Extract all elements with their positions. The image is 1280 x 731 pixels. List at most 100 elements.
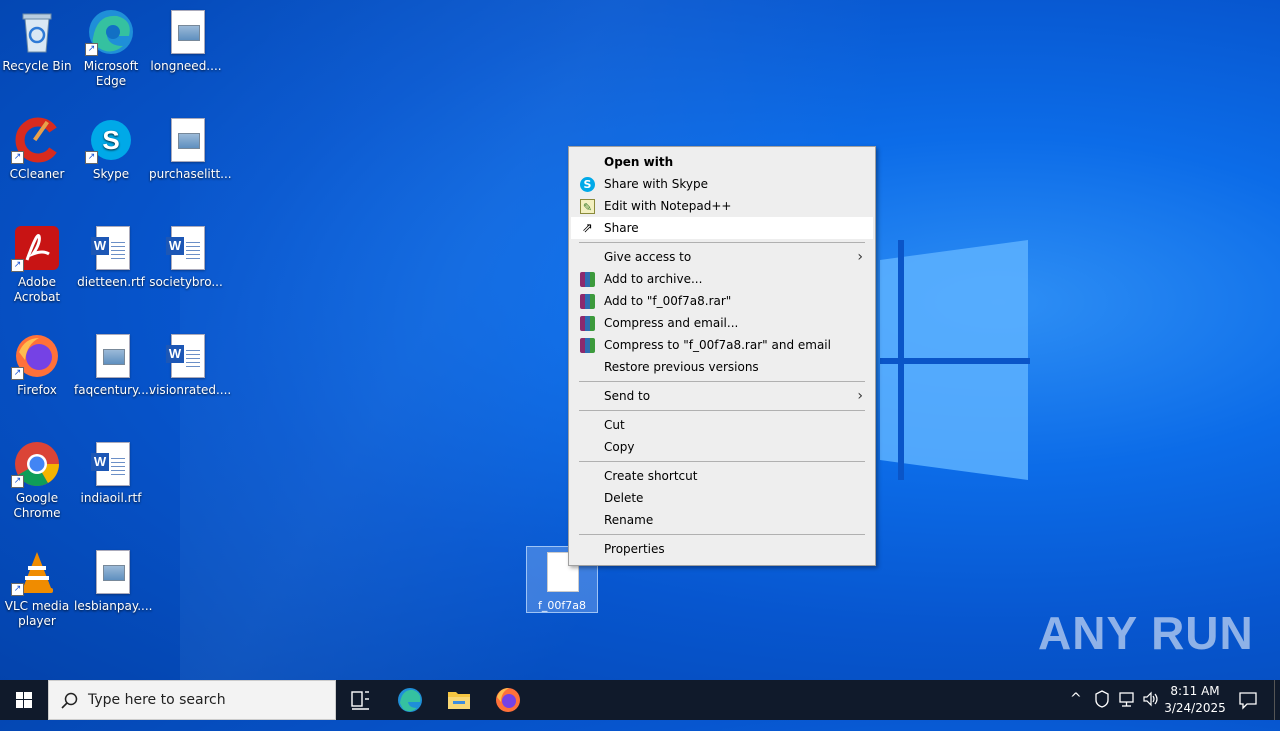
desktop-icon-microsoft-edge[interactable]: ↗ Microsoft Edge bbox=[74, 8, 148, 89]
winrar-icon bbox=[580, 272, 595, 287]
notepadpp-icon: ✎ bbox=[580, 199, 595, 214]
menu-item-label: Add to archive... bbox=[604, 272, 703, 286]
desktop-icon-dietteen[interactable]: W dietteen.rtf bbox=[74, 224, 148, 290]
security-shield-icon[interactable] bbox=[1094, 690, 1110, 730]
desktop-icon-label: faqcentury.... bbox=[74, 383, 153, 397]
word-document-icon: W bbox=[166, 334, 205, 378]
desktop-icon-visionrated[interactable]: W visionrated.... bbox=[149, 332, 232, 398]
desktop-icon-label: visionrated.... bbox=[149, 383, 232, 397]
speaker-icon bbox=[1143, 691, 1158, 707]
desktop-icon-lesbianpay[interactable]: lesbianpay.... bbox=[74, 548, 153, 614]
winrar-icon bbox=[580, 338, 595, 353]
desktop-icon-label: Microsoft Edge bbox=[83, 59, 139, 88]
menu-separator bbox=[579, 410, 865, 411]
menu-item-share[interactable]: ⇗ Share bbox=[571, 217, 873, 239]
desktop-icon-label: indiaoil.rtf bbox=[80, 491, 142, 505]
taskbar-firefox[interactable] bbox=[484, 680, 532, 720]
taskbar-search-box[interactable]: Type here to search bbox=[48, 680, 336, 720]
menu-separator bbox=[579, 461, 865, 462]
taskbar-edge[interactable] bbox=[386, 680, 434, 720]
menu-item-give-access-to[interactable]: Give access to › bbox=[571, 246, 873, 268]
image-file-icon bbox=[96, 334, 130, 378]
menu-item-delete[interactable]: Delete bbox=[571, 487, 873, 509]
volume-icon[interactable] bbox=[1142, 690, 1160, 730]
menu-item-create-shortcut[interactable]: Create shortcut bbox=[571, 465, 873, 487]
desktop-icon-firefox[interactable]: ↗ Firefox bbox=[0, 332, 74, 398]
desktop-icon-label: Firefox bbox=[17, 383, 57, 397]
share-icon: ⇗ bbox=[582, 221, 593, 236]
word-document-icon: W bbox=[91, 442, 130, 486]
menu-item-rename[interactable]: Rename bbox=[571, 509, 873, 531]
shortcut-arrow-icon: ↗ bbox=[11, 151, 24, 164]
desktop-icon-indiaoil[interactable]: W indiaoil.rtf bbox=[74, 440, 148, 506]
shortcut-arrow-icon: ↗ bbox=[11, 475, 24, 488]
menu-item-label: Compress and email... bbox=[604, 316, 739, 330]
desktop-icon-label: Recycle Bin bbox=[2, 59, 72, 73]
desktop-icon-label: societybro... bbox=[149, 275, 223, 289]
windows-start-icon bbox=[16, 692, 32, 708]
edge-icon bbox=[398, 688, 422, 712]
menu-item-label: Create shortcut bbox=[604, 469, 698, 483]
menu-item-add-to-rar[interactable]: Add to "f_00f7a8.rar" bbox=[571, 290, 873, 312]
skype-icon: S bbox=[580, 177, 595, 192]
anyrun-watermark: ANY RUN bbox=[1038, 607, 1254, 659]
word-document-icon: W bbox=[166, 226, 205, 270]
desktop-icon-vlc[interactable]: ↗ VLC media player bbox=[0, 548, 74, 629]
search-icon bbox=[61, 692, 78, 709]
taskbar-file-explorer[interactable] bbox=[435, 680, 483, 720]
windows-logo-wallpaper bbox=[880, 240, 1030, 480]
network-icon[interactable] bbox=[1118, 690, 1136, 730]
menu-item-label: Properties bbox=[604, 542, 665, 556]
menu-item-compress-and-email[interactable]: Compress and email... bbox=[571, 312, 873, 334]
menu-item-label: Compress to "f_00f7a8.rar" and email bbox=[604, 338, 831, 352]
menu-item-send-to[interactable]: Send to › bbox=[571, 385, 873, 407]
desktop-icon-purchaselitt[interactable]: purchaselitt... bbox=[149, 116, 232, 182]
menu-item-compress-to-rar-email[interactable]: Compress to "f_00f7a8.rar" and email bbox=[571, 334, 873, 356]
image-file-icon bbox=[171, 118, 205, 162]
menu-item-properties[interactable]: Properties bbox=[571, 538, 873, 560]
menu-item-share-with-skype[interactable]: S Share with Skype bbox=[571, 173, 873, 195]
menu-item-label: Rename bbox=[604, 513, 654, 527]
taskbar-clock[interactable]: 8:11 AM 3/24/2025 bbox=[1160, 683, 1230, 717]
menu-item-restore-previous-versions[interactable]: Restore previous versions bbox=[571, 356, 873, 378]
menu-item-add-to-archive[interactable]: Add to archive... bbox=[571, 268, 873, 290]
shortcut-arrow-icon: ↗ bbox=[11, 259, 24, 272]
recycle-bin-icon bbox=[22, 13, 52, 53]
shortcut-arrow-icon: ↗ bbox=[85, 151, 98, 164]
start-button[interactable] bbox=[0, 680, 48, 720]
show-hidden-icons-chevron-up-icon[interactable]: ^ bbox=[1070, 691, 1082, 731]
menu-item-label: Give access to bbox=[604, 250, 692, 264]
desktop-icon-ccleaner[interactable]: ↗ CCleaner bbox=[0, 116, 74, 182]
menu-item-copy[interactable]: Copy bbox=[571, 436, 873, 458]
menu-item-label: Share with Skype bbox=[604, 177, 708, 191]
desktop-icon-adobe-acrobat[interactable]: ↗ Adobe Acrobat bbox=[0, 224, 74, 305]
menu-item-open-with[interactable]: Open with bbox=[571, 151, 873, 173]
menu-item-label: Send to bbox=[604, 389, 651, 403]
desktop-icon-societybro[interactable]: W societybro... bbox=[149, 224, 223, 290]
desktop-icon-google-chrome[interactable]: ↗ Google Chrome bbox=[0, 440, 74, 521]
menu-separator bbox=[579, 381, 865, 382]
desktop-icon-label: lesbianpay.... bbox=[74, 599, 153, 613]
chevron-right-icon: › bbox=[857, 388, 863, 404]
chevron-right-icon: › bbox=[857, 249, 863, 265]
menu-separator bbox=[579, 242, 865, 243]
desktop-icon-recycle-bin[interactable]: Recycle Bin bbox=[0, 8, 74, 74]
winrar-icon bbox=[580, 316, 595, 331]
word-document-icon: W bbox=[91, 226, 130, 270]
task-view-button[interactable] bbox=[336, 680, 384, 720]
desktop-icon-skype[interactable]: S ↗ Skype bbox=[74, 116, 148, 182]
search-placeholder: Type here to search bbox=[88, 692, 226, 708]
desktop-icon-faqcentury[interactable]: faqcentury.... bbox=[74, 332, 153, 398]
desktop-icon-label: Adobe Acrobat bbox=[13, 275, 61, 304]
shortcut-arrow-icon: ↗ bbox=[85, 43, 98, 56]
folder-icon bbox=[448, 692, 470, 709]
menu-item-cut[interactable]: Cut bbox=[571, 414, 873, 436]
action-center-button[interactable] bbox=[1238, 690, 1258, 730]
show-desktop-button[interactable] bbox=[1274, 680, 1280, 720]
image-file-icon bbox=[96, 550, 130, 594]
menu-item-edit-notepadpp[interactable]: ✎ Edit with Notepad++ bbox=[571, 195, 873, 217]
desktop-icon-longneed[interactable]: longneed.... bbox=[149, 8, 223, 74]
selected-file-label: f_00f7a8 bbox=[538, 599, 586, 612]
menu-item-label: Share bbox=[604, 221, 639, 235]
desktop-icon-label: Skype bbox=[92, 167, 130, 181]
